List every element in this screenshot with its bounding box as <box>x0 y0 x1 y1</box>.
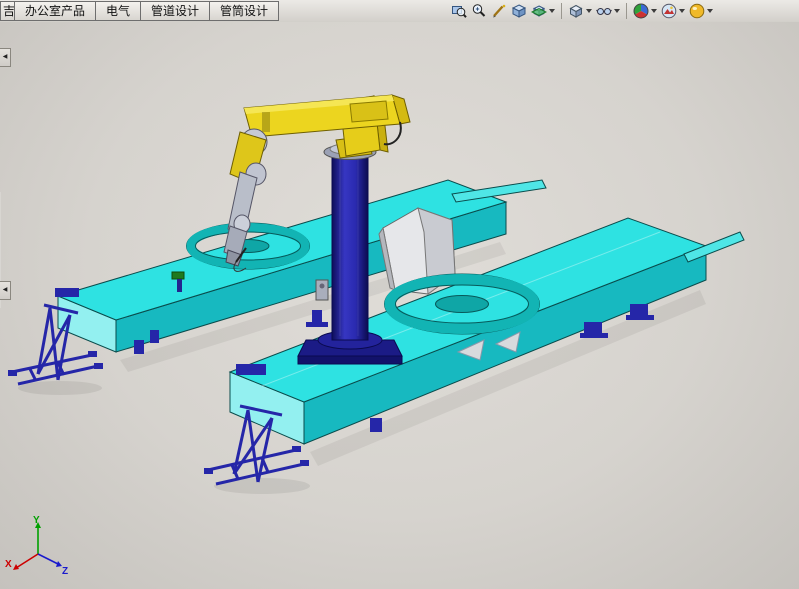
command-tabs: 吉 办公室产品 电气 管道设计 管筒设计 <box>0 1 279 21</box>
display-style-button[interactable] <box>567 1 593 21</box>
previous-view-icon <box>491 3 507 19</box>
display-style-icon <box>568 3 584 19</box>
zoom-to-area-button[interactable] <box>450 1 468 21</box>
dropdown-arrow-icon[interactable] <box>614 9 620 13</box>
dropdown-arrow-icon[interactable] <box>679 9 685 13</box>
zoom-to-area-icon <box>451 3 467 19</box>
tab-partial[interactable]: 吉 <box>0 1 15 21</box>
tab-piping-design[interactable]: 管道设计 <box>141 1 210 21</box>
hide-show-items-icon <box>596 3 612 19</box>
view-orientation-icon <box>511 3 527 19</box>
section-view-icon <box>531 3 547 19</box>
triad-z-label: Z <box>62 566 68 577</box>
view-settings-icon <box>689 3 705 19</box>
cad-application-window: 吉 办公室产品 电气 管道设计 管筒设计 <box>0 0 799 589</box>
view-settings-button[interactable] <box>688 1 714 21</box>
orientation-triad: Y X Z <box>4 514 74 578</box>
view-orientation-button[interactable] <box>510 1 528 21</box>
panel-collapse-arrow-middle[interactable]: ◀ <box>0 281 11 300</box>
apply-scene-button[interactable] <box>660 1 686 21</box>
dropdown-arrow-icon[interactable] <box>586 9 592 13</box>
tab-office-products[interactable]: 办公室产品 <box>15 1 96 21</box>
graphics-area[interactable]: Y X Z <box>0 22 799 589</box>
hide-show-items-button[interactable] <box>595 1 621 21</box>
zoom-in-out-button[interactable] <box>470 1 488 21</box>
panel-collapse-arrow-top[interactable]: ◀ <box>0 48 11 67</box>
edit-appearance-button[interactable] <box>632 1 658 21</box>
tab-tubing-design[interactable]: 管筒设计 <box>210 1 279 21</box>
previous-view-button[interactable] <box>490 1 508 21</box>
heads-up-view-toolbar <box>449 0 715 22</box>
zoom-in-out-icon <box>471 3 487 19</box>
command-bar: 吉 办公室产品 电气 管道设计 管筒设计 <box>0 0 799 23</box>
triad-x-label: X <box>5 559 12 570</box>
dropdown-arrow-icon[interactable] <box>651 9 657 13</box>
edit-appearance-icon <box>633 3 649 19</box>
toolbar-separator <box>626 3 627 19</box>
3d-model-scene <box>0 22 799 589</box>
triad-y-label: Y <box>33 515 40 526</box>
dropdown-arrow-icon[interactable] <box>707 9 713 13</box>
tab-electrical[interactable]: 电气 <box>96 1 141 21</box>
section-view-button[interactable] <box>530 1 556 21</box>
toolbar-separator <box>561 3 562 19</box>
dropdown-arrow-icon[interactable] <box>549 9 555 13</box>
apply-scene-icon <box>661 3 677 19</box>
